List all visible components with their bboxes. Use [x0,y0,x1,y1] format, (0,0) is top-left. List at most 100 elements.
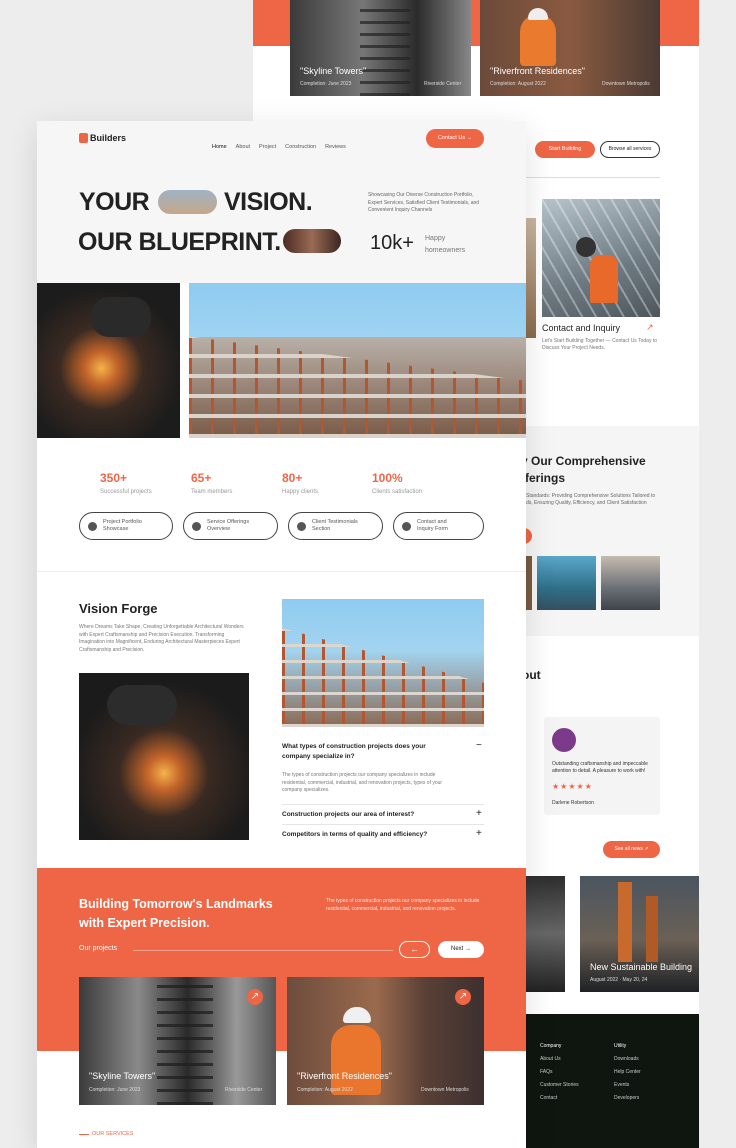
footer-link[interactable]: Contact [540,1092,579,1105]
projects-heading: Building Tomorrow's Landmarks with Expert… [79,895,273,933]
nav-construction[interactable]: Construction [285,144,316,150]
vision-building-image [282,599,484,727]
nav-home[interactable]: Home [212,144,227,150]
frame-floors-graphic [282,628,484,727]
back-project-tile-2[interactable]: "Riverfront Residences" Completion: Augu… [480,0,660,96]
footer-col-utility: Utility Downloads Help Center Events Dev… [614,1040,641,1105]
pill-testimonials[interactable]: Client Testimonials Section [288,512,383,540]
building-frame-image [189,283,526,438]
faq-question-1[interactable]: What types of construction projects does… [282,742,442,762]
logo-icon[interactable] [79,133,88,143]
nav-about[interactable]: About [236,144,250,150]
our-projects-label: Our projects [79,945,118,952]
footer-utility-title: Utility [614,1043,627,1049]
glove-graphic [107,685,177,725]
pill-line: Showcase [103,526,129,532]
next-button[interactable]: Next → [438,941,484,958]
fire-escape-graphic [360,0,410,96]
back-services-title-line1: y Our Comprehensive [521,454,646,468]
footer-link[interactable]: About Us [540,1053,579,1066]
back-tile-1-title: "Skyline Towers" [300,66,367,76]
pill-label: Project Portfolio Showcase [103,519,142,533]
contact-desc: Let's Start Building Together — Contact … [542,338,657,351]
back-news-thumb-1[interactable] [526,876,565,992]
project-tile-skyline[interactable]: ↗ "Skyline Towers" Completion: June 2023… [79,977,276,1105]
footer-link[interactable]: Help Center [614,1066,641,1079]
nav-project[interactable]: Project [259,144,276,150]
back-service-thumb-2[interactable] [537,556,596,610]
contact-us-label: Contact Us [437,135,466,141]
hero-inline-image-1 [158,190,217,214]
back-services-title: y Our Comprehensive fferings [521,453,646,487]
faq-question-2[interactable]: Construction projects our area of intere… [282,811,414,818]
vision-title: Vision Forge [79,601,158,616]
pill-line: Section [312,526,331,532]
pill-line: Contact and [417,519,447,525]
back-project-tile-1[interactable]: "Skyline Towers" Completion: June 2023 R… [290,0,471,96]
prev-button[interactable]: ← [399,941,430,958]
worker-vest-graphic [331,1025,381,1095]
nav-reviews[interactable]: Reviews [325,144,346,150]
project-location: Downtown Metropolis [421,1087,469,1093]
back-services-title-line2: fferings [521,471,566,485]
start-building-label: Start Building [548,146,582,152]
worker-graphic [520,14,556,66]
pill-contact[interactable]: Contact and Inquiry Form [393,512,484,540]
back-tile-1-date: Completion: June 2023 [300,81,352,87]
fire-escape-graphic [157,977,213,1105]
contact-image-edge [526,218,536,338]
hero-metric: 10k+ [370,232,414,254]
back-tile-2-title: "Riverfront Residences" [490,66,585,76]
next-label: Next [450,946,464,952]
footer-link[interactable]: Downloads [614,1053,641,1066]
expand-icon[interactable]: + [476,828,482,839]
collapse-icon[interactable]: − [476,740,482,751]
main-nav: Home About Project Construction Reviews [212,135,355,153]
pill-line: Client Testimonials [312,519,358,525]
back-service-thumb-1[interactable] [526,556,532,610]
pill-label: Contact and Inquiry Form [417,519,448,533]
footer-link[interactable]: FAQs [540,1066,579,1079]
arrow-up-right-icon[interactable]: ↗ [455,989,471,1005]
glove-graphic [91,297,151,337]
footer-col-company: Company About Us FAQs Customer Stories C… [540,1040,579,1105]
start-building-button[interactable]: Start Building [535,141,595,158]
arrow-left-icon: ← [410,944,419,954]
welding-image [37,283,180,438]
hero-inline-image-2 [283,229,341,253]
projects-desc: The types of construction projects our c… [326,898,480,912]
back-divider [526,177,660,178]
projects-heading-line1: Building Tomorrow's Landmarks [79,897,273,911]
check-icon [402,521,411,531]
arrow-up-right-icon[interactable]: ↗ [247,989,263,1005]
projects-heading-line2: with Expert Precision. [79,916,210,930]
logo-text[interactable]: Builders [90,133,126,143]
check-icon [192,521,201,531]
pill-label: Service Offerings Overview [207,519,249,533]
vision-desc: Where Dreams Take Shape, Creating Unforg… [79,624,244,653]
browse-services-button[interactable]: Browse all services [600,141,660,158]
pill-portfolio[interactable]: Project Portfolio Showcase [79,512,173,540]
stat-label: Clients satisfaction [372,489,423,495]
testimonial-quote: Outstanding craftsmanship and impeccable… [552,761,648,774]
worker-vest-graphic [590,255,618,303]
projects-divider [133,950,393,951]
arrow-up-right-icon[interactable]: ↗ [646,322,654,333]
stat-team: 65+ Team members [191,471,232,495]
stat-value: 65+ [191,471,212,485]
back-service-thumb-3[interactable] [601,556,660,610]
helmet-graphic [528,8,548,20]
hero-line1-your: YOUR [79,188,150,216]
contact-us-button[interactable]: Contact Us → [426,129,484,148]
project-tile-riverfront[interactable]: ↗ "Riverfront Residences" Completion: Au… [287,977,484,1105]
footer-link[interactable]: Events [614,1079,641,1092]
see-all-news-button[interactable]: See all news ↗ [603,841,660,858]
expand-icon[interactable]: + [476,808,482,819]
pill-services[interactable]: Service Offerings Overview [183,512,278,540]
footer-link[interactable]: Developers [614,1092,641,1105]
faq-question-3[interactable]: Competitors in terms of quality and effi… [282,831,427,838]
footer-link[interactable]: Customer Stories [540,1079,579,1092]
footer-company-title: Company [540,1043,562,1049]
stat-label: Successful projects [100,489,152,495]
back-news-thumb-2[interactable]: New Sustainable Building August 2022 · M… [580,876,699,992]
